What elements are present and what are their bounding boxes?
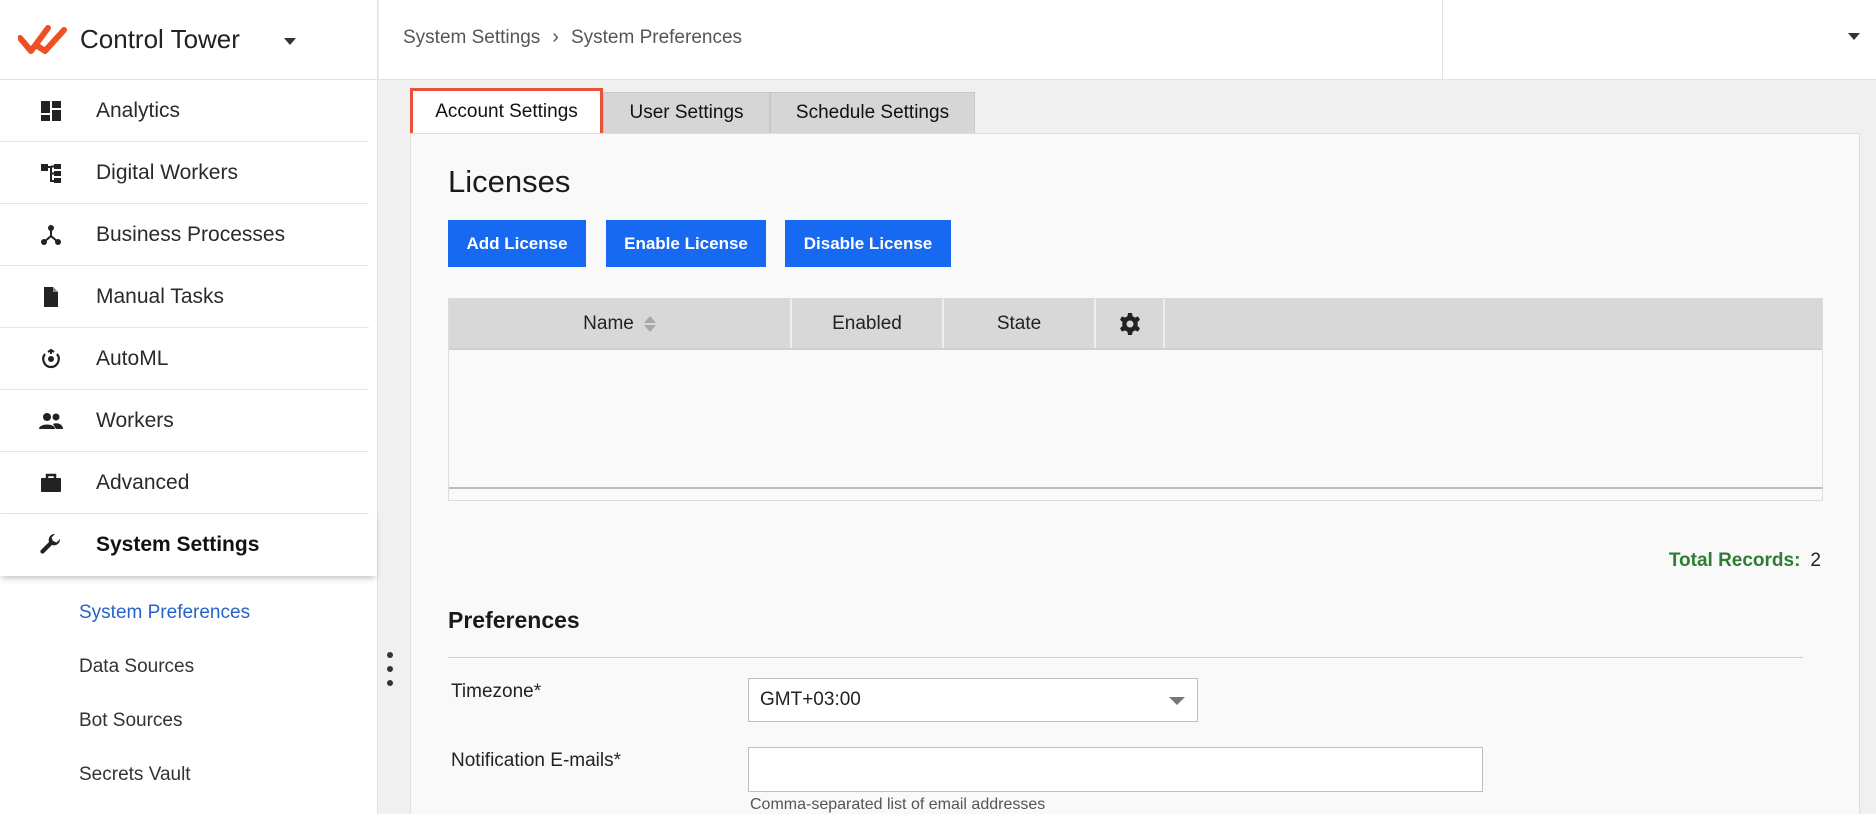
timezone-select[interactable]: GMT+03:00 [748,678,1198,722]
column-header-label: State [996,312,1042,334]
timezone-label: Timezone* [451,681,542,702]
timezone-selected-value: GMT+03:00 [760,689,861,710]
column-settings-button[interactable] [1096,299,1165,348]
app-title: Control Tower [80,24,240,54]
tab-account-settings[interactable]: Account Settings [410,88,603,136]
settings-tabs: Account Settings User Settings Schedule … [410,88,975,136]
sidebar-item-label: Digital Workers [96,160,238,184]
sort-icon[interactable] [643,315,656,332]
top-bar: System Settings › System Preferences [379,0,1876,80]
sidebar-nav: Analytics Digital Workers Business Proce… [0,80,377,576]
notification-emails-label: Notification E-mails* [451,750,621,771]
sidebar-item-label: System Settings [96,533,260,556]
hierarchy-icon [38,160,64,186]
tab-schedule-settings[interactable]: Schedule Settings [770,92,975,134]
dot-icon [387,652,393,658]
gear-icon [1119,312,1140,335]
table-footer-divider [449,487,1822,489]
total-records-label: Total Records: [1668,550,1801,571]
dashboard-icon [38,98,64,124]
total-records-value: 2 [1810,550,1821,571]
subnav-item-secrets-vault[interactable]: Secrets Vault [0,748,377,802]
dot-icon [387,680,393,686]
disable-license-button[interactable]: Disable License [785,220,951,267]
chevron-down-icon [1169,697,1185,705]
sidebar-item-automl[interactable]: AutoML [0,328,369,390]
table-header: Name Enabled State [449,299,1822,350]
sidebar-item-analytics[interactable]: Analytics [0,80,369,142]
subnav-item-bot-sources[interactable]: Bot Sources [0,694,377,748]
sidebar-resize-handle[interactable] [386,652,394,686]
notification-emails-input[interactable] [748,747,1483,792]
sidebar-item-manual-tasks[interactable]: Manual Tasks [0,266,369,328]
sidebar-item-workers[interactable]: Workers [0,390,369,452]
sidebar: Control Tower Analytics Digital Workers … [0,0,378,814]
subnav-item-data-sources[interactable]: Data Sources [0,640,377,694]
enable-license-button[interactable]: Enable License [606,220,766,267]
people-icon [38,408,64,434]
subnav-item-system-preferences[interactable]: System Preferences [0,586,377,640]
sidebar-item-label: Workers [96,408,174,432]
add-license-button[interactable]: Add License [448,220,586,267]
dot-icon [387,666,393,672]
column-header-label: Name [583,312,634,334]
sidebar-item-system-settings[interactable]: System Settings [0,514,377,576]
top-divider [1442,0,1443,80]
notification-emails-hint: Comma-separated list of email addresses [750,796,1046,813]
sidebar-item-business-processes[interactable]: Business Processes [0,204,369,266]
total-records: Total Records: 2 [1669,550,1821,572]
sidebar-item-digital-workers[interactable]: Digital Workers [0,142,369,204]
sidebar-item-label: Manual Tasks [96,284,225,308]
sidebar-item-label: Analytics [96,98,181,122]
preferences-title: Preferences [448,607,580,633]
sidebar-item-advanced[interactable]: Advanced [0,452,369,514]
sidebar-subnav: System Preferences Data Sources Bot Sour… [0,576,377,802]
breadcrumb-item-system-preferences: System Preferences [570,26,743,48]
licenses-table: Name Enabled State [448,298,1823,501]
column-header-state[interactable]: State [944,299,1096,348]
breadcrumb-separator-icon: › [552,26,559,48]
document-icon [38,284,64,310]
account-settings-panel: Licenses Add License Enable License Disa… [410,133,1860,814]
sidebar-item-label: Advanced [96,470,190,494]
brand-logo-icon [18,24,67,54]
tab-user-settings[interactable]: User Settings [603,92,770,134]
wrench-icon [38,532,64,558]
process-graph-icon [38,222,64,248]
briefcase-icon [38,470,64,496]
brain-icon [38,346,64,372]
column-header-name[interactable]: Name [449,299,792,348]
chevron-down-icon[interactable] [1848,33,1860,40]
licenses-title: Licenses [448,164,571,199]
preferences-divider [448,657,1803,658]
sidebar-item-label: Business Processes [96,222,286,246]
chevron-down-icon[interactable] [283,38,296,45]
sidebar-item-label: AutoML [96,346,169,370]
column-header-enabled[interactable]: Enabled [792,299,944,348]
brand-header[interactable]: Control Tower [0,0,377,80]
breadcrumb: System Settings › System Preferences [403,26,742,49]
breadcrumb-item-system-settings[interactable]: System Settings [403,27,540,49]
column-header-label: Enabled [832,312,902,334]
